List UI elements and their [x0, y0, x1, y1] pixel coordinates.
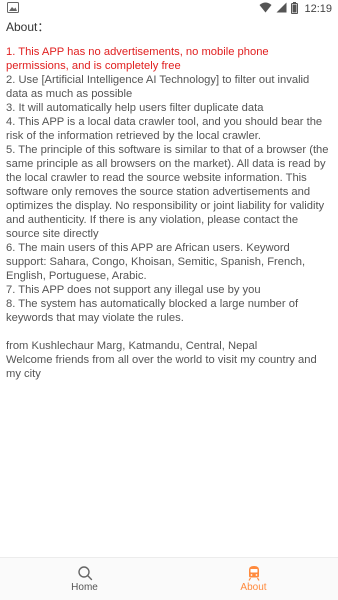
- about-item-2: 2. Use [Artificial Intelligence AI Techn…: [6, 74, 310, 100]
- nav-home-label: Home: [71, 582, 98, 593]
- nav-about-label: About: [240, 582, 267, 593]
- screen: 12:19 About： 1. This APP has no advertis…: [0, 0, 338, 600]
- status-right: 12:19: [259, 1, 332, 17]
- status-bar: 12:19: [0, 0, 338, 18]
- about-item-8: 8. The system has automatically blocked …: [6, 298, 299, 324]
- nav-about[interactable]: About: [169, 558, 338, 600]
- location-text: from Kushlechaur Marg, Katmandu, Central…: [6, 340, 258, 352]
- about-item-6: 6. The main users of this APP are Africa…: [6, 242, 306, 282]
- status-left: [7, 2, 19, 16]
- bottom-nav: Home About: [0, 557, 338, 600]
- about-item-5: 5. The principle of this software is sim…: [6, 144, 329, 240]
- train-icon: [246, 565, 262, 581]
- nav-home[interactable]: Home: [0, 558, 169, 600]
- battery-icon: [291, 1, 299, 17]
- search-icon: [77, 565, 93, 581]
- about-item-7: 7. This APP does not support any illegal…: [6, 284, 261, 296]
- wifi-icon: [259, 2, 272, 16]
- welcome-text: Welcome friends from all over the world …: [6, 354, 317, 380]
- status-time: 12:19: [304, 3, 332, 15]
- about-item-1: 1. This APP has no advertisements, no mo…: [6, 46, 269, 72]
- signal-icon: [276, 2, 287, 16]
- about-item-4: 4. This APP is a local data crawler tool…: [6, 116, 323, 142]
- about-item-3: 3. It will automatically help users filt…: [6, 102, 264, 114]
- about-heading: About：: [6, 20, 50, 34]
- about-content: About： 1. This APP has no advertisements…: [0, 20, 338, 381]
- image-icon: [7, 2, 19, 16]
